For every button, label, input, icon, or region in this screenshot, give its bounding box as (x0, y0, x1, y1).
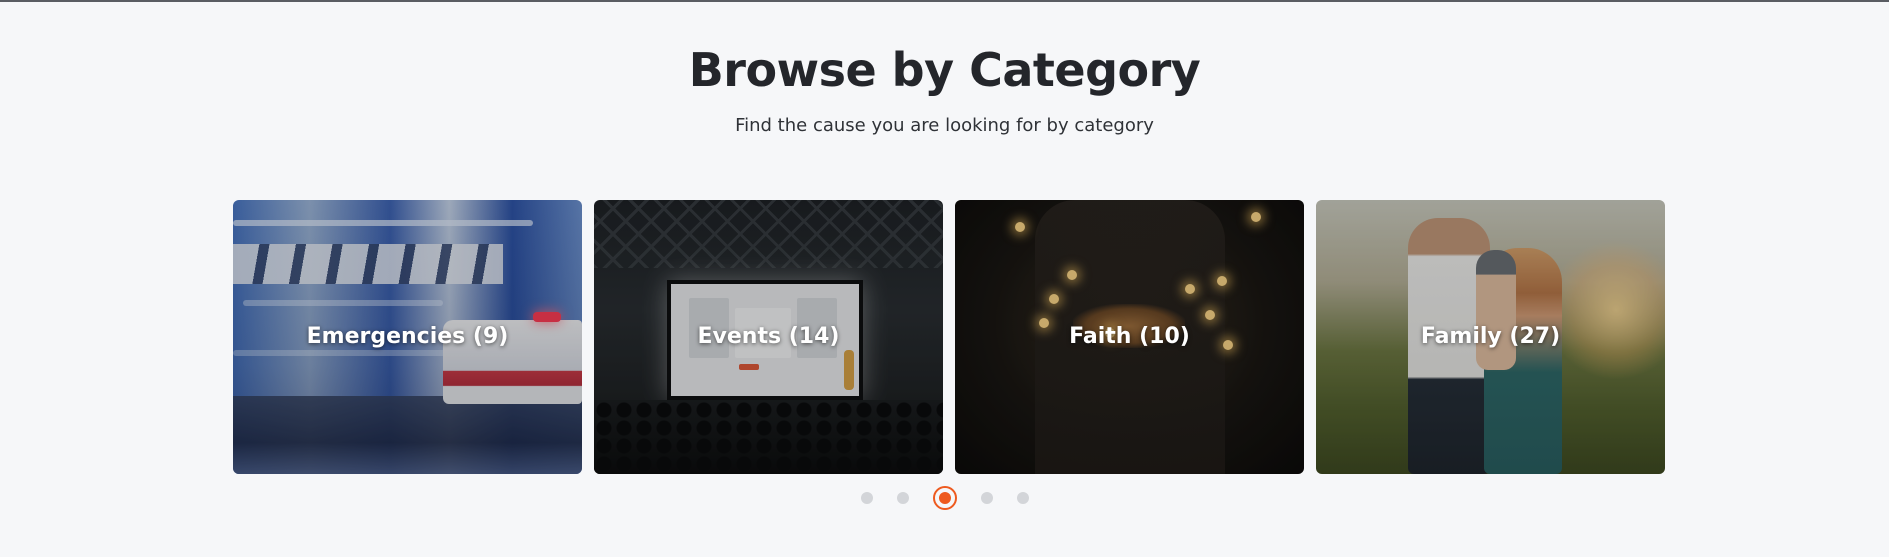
category-card-emergencies[interactable]: Emergencies (9) (233, 200, 582, 474)
category-carousel[interactable]: Emergencies (9) Events (14) Faith (10) F… (233, 200, 1666, 474)
category-card-faith[interactable]: Faith (10) (955, 200, 1304, 474)
carousel-pagination (0, 486, 1889, 510)
section-subtitle: Find the cause you are looking for by ca… (735, 115, 1154, 136)
pagination-dot[interactable] (896, 492, 909, 504)
category-label: Family (27) (1420, 324, 1561, 349)
category-label: Events (14) (697, 324, 840, 349)
section-title: Browse by Category (688, 43, 1201, 97)
top-divider (0, 0, 1889, 2)
category-card-family[interactable]: Family (27) (1316, 200, 1665, 474)
pagination-dot-active[interactable] (932, 486, 957, 510)
pagination-dot[interactable] (980, 492, 993, 504)
category-label: Faith (10) (1069, 324, 1190, 349)
category-card-events[interactable]: Events (14) (594, 200, 943, 474)
pagination-dot[interactable] (860, 492, 873, 504)
pagination-dot[interactable] (1016, 492, 1029, 504)
category-label: Emergencies (9) (306, 324, 509, 349)
